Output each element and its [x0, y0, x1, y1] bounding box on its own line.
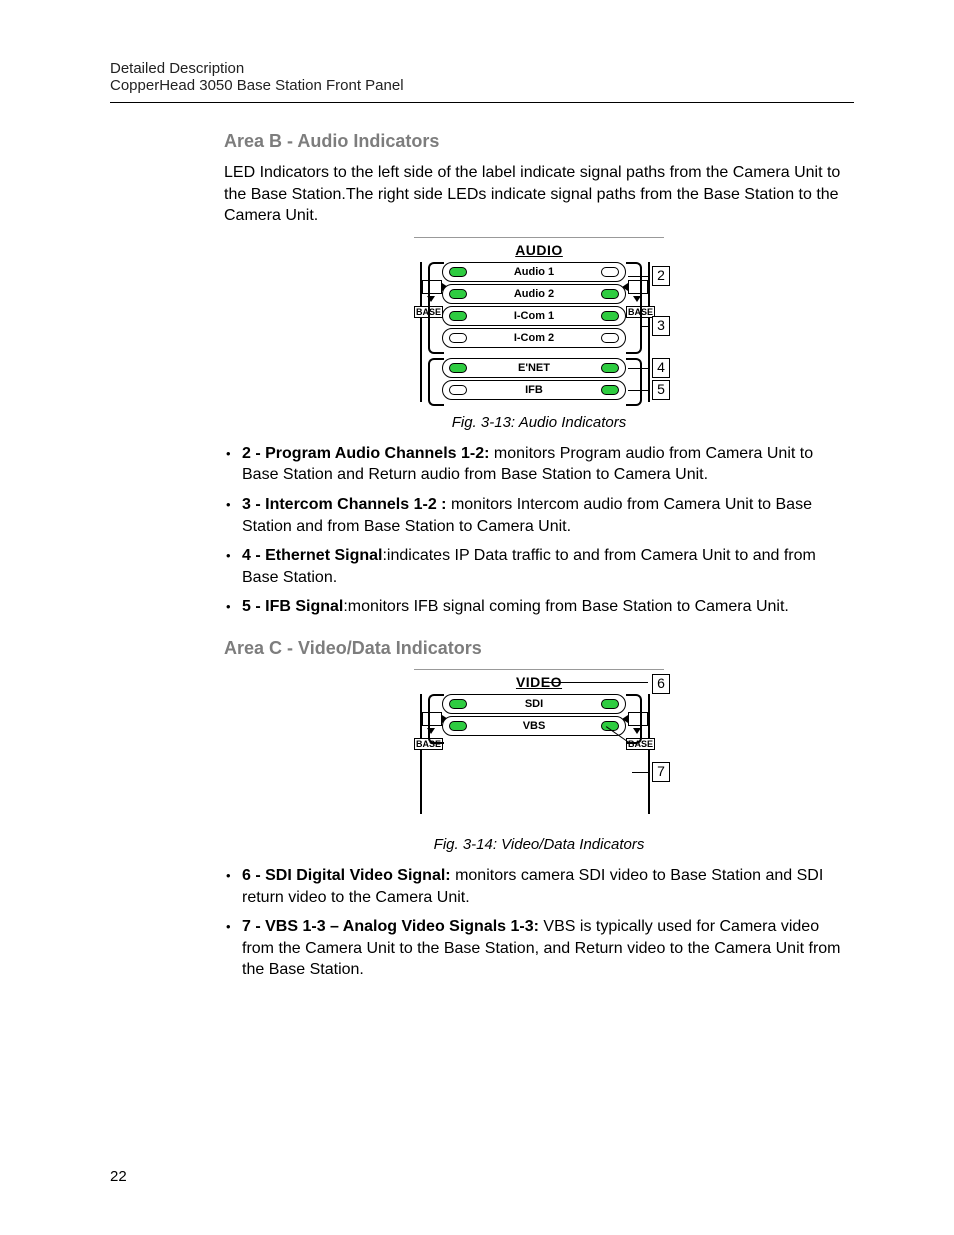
header-chapter: Detailed Description [110, 60, 854, 77]
figure-3-13: AUDIO BASE BASE Au [414, 237, 664, 408]
bullet-bold: 5 - IFB Signal [242, 598, 343, 615]
audio-row: E'NET [442, 358, 626, 378]
bullet-bold: 4 - Ethernet Signal [242, 547, 382, 564]
led-icon [449, 385, 467, 395]
figure-3-13-caption: Fig. 3-13: Audio Indicators [224, 414, 854, 431]
led-icon [449, 311, 467, 321]
figure-3-14-caption: Fig. 3-14: Video/Data Indicators [224, 836, 854, 853]
row-label: VBS [467, 720, 601, 732]
bullet-bold: 7 - VBS 1-3 – Analog Video Signals 1-3: [242, 918, 543, 935]
callout-2: 2 [652, 266, 670, 286]
led-icon [449, 289, 467, 299]
row-label: SDI [467, 698, 601, 710]
callout-6: 6 [652, 674, 670, 694]
list-item: 5 - IFB Signal:monitors IFB signal comin… [224, 596, 854, 618]
heading-area-b: Area B - Audio Indicators [224, 131, 854, 152]
figure-3-13-wrap: AUDIO BASE BASE Au [224, 237, 854, 408]
led-icon [601, 385, 619, 395]
row-label: Audio 2 [467, 288, 601, 300]
list-item: 2 - Program Audio Channels 1-2: monitors… [224, 443, 854, 486]
audio-row: I-Com 2 [442, 328, 626, 348]
lead-line [628, 276, 650, 277]
video-rows: SDI VBS [442, 694, 626, 738]
list-item: 6 - SDI Digital Video Signal: monitors c… [224, 865, 854, 908]
lead-line [628, 390, 650, 391]
audio-row: Audio 1 [442, 262, 626, 282]
led-icon [449, 699, 467, 709]
led-icon [601, 289, 619, 299]
led-icon [449, 363, 467, 373]
bullet-bold: 6 - SDI Digital Video Signal: [242, 867, 455, 884]
led-icon [601, 699, 619, 709]
content-column: Area B - Audio Indicators LED Indicators… [224, 131, 854, 981]
row-label: IFB [467, 384, 601, 396]
figure-3-14: VIDEO BASE BASE SDI [414, 669, 664, 830]
list-item: 7 - VBS 1-3 – Analog Video Signals 1-3: … [224, 916, 854, 981]
page-number: 22 [110, 1168, 127, 1185]
bracket-right [626, 694, 642, 744]
running-header: Detailed Description CopperHead 3050 Bas… [110, 60, 854, 103]
area-b-intro: LED Indicators to the left side of the l… [224, 162, 854, 227]
callout-3: 3 [652, 316, 670, 336]
video-right-vline [648, 694, 650, 814]
audio-rows: Audio 1 Audio 2 I-Com 1 [442, 262, 626, 402]
callout-4: 4 [652, 358, 670, 378]
led-icon [601, 333, 619, 343]
lead-line [628, 368, 650, 369]
bracket-right [626, 358, 642, 406]
row-label: I-Com 1 [467, 310, 601, 322]
heading-area-c: Area C - Video/Data Indicators [224, 638, 854, 659]
page: Detailed Description CopperHead 3050 Bas… [0, 0, 954, 1235]
led-icon [601, 267, 619, 277]
callout-7: 7 [652, 762, 670, 782]
list-item: 4 - Ethernet Signal:indicates IP Data tr… [224, 545, 854, 588]
video-row: SDI [442, 694, 626, 714]
led-icon [449, 333, 467, 343]
audio-row: IFB [442, 380, 626, 400]
bullet-bold: 3 - Intercom Channels 1-2 : [242, 496, 451, 513]
lead-line [640, 326, 650, 327]
led-icon [449, 267, 467, 277]
row-label: Audio 1 [467, 266, 601, 278]
audio-row: Audio 2 [442, 284, 626, 304]
led-icon [601, 311, 619, 321]
callout-5: 5 [652, 380, 670, 400]
audio-row: I-Com 1 [442, 306, 626, 326]
video-row: VBS [442, 716, 626, 736]
header-rule [110, 102, 854, 103]
audio-panel-title: AUDIO [414, 242, 664, 258]
bullet-text: :monitors IFB signal coming from Base St… [343, 598, 789, 615]
area-b-bullets: 2 - Program Audio Channels 1-2: monitors… [224, 443, 854, 618]
lead-line [544, 682, 648, 683]
audio-right-vline [648, 262, 650, 402]
led-icon [601, 363, 619, 373]
row-label: E'NET [467, 362, 601, 374]
header-section: CopperHead 3050 Base Station Front Panel [110, 77, 854, 102]
lead-line [632, 772, 650, 773]
figure-3-14-wrap: VIDEO BASE BASE SDI [224, 669, 854, 830]
row-label: I-Com 2 [467, 332, 601, 344]
area-c-bullets: 6 - SDI Digital Video Signal: monitors c… [224, 865, 854, 981]
led-icon [449, 721, 467, 731]
bullet-bold: 2 - Program Audio Channels 1-2: [242, 445, 494, 462]
list-item: 3 - Intercom Channels 1-2 : monitors Int… [224, 494, 854, 537]
